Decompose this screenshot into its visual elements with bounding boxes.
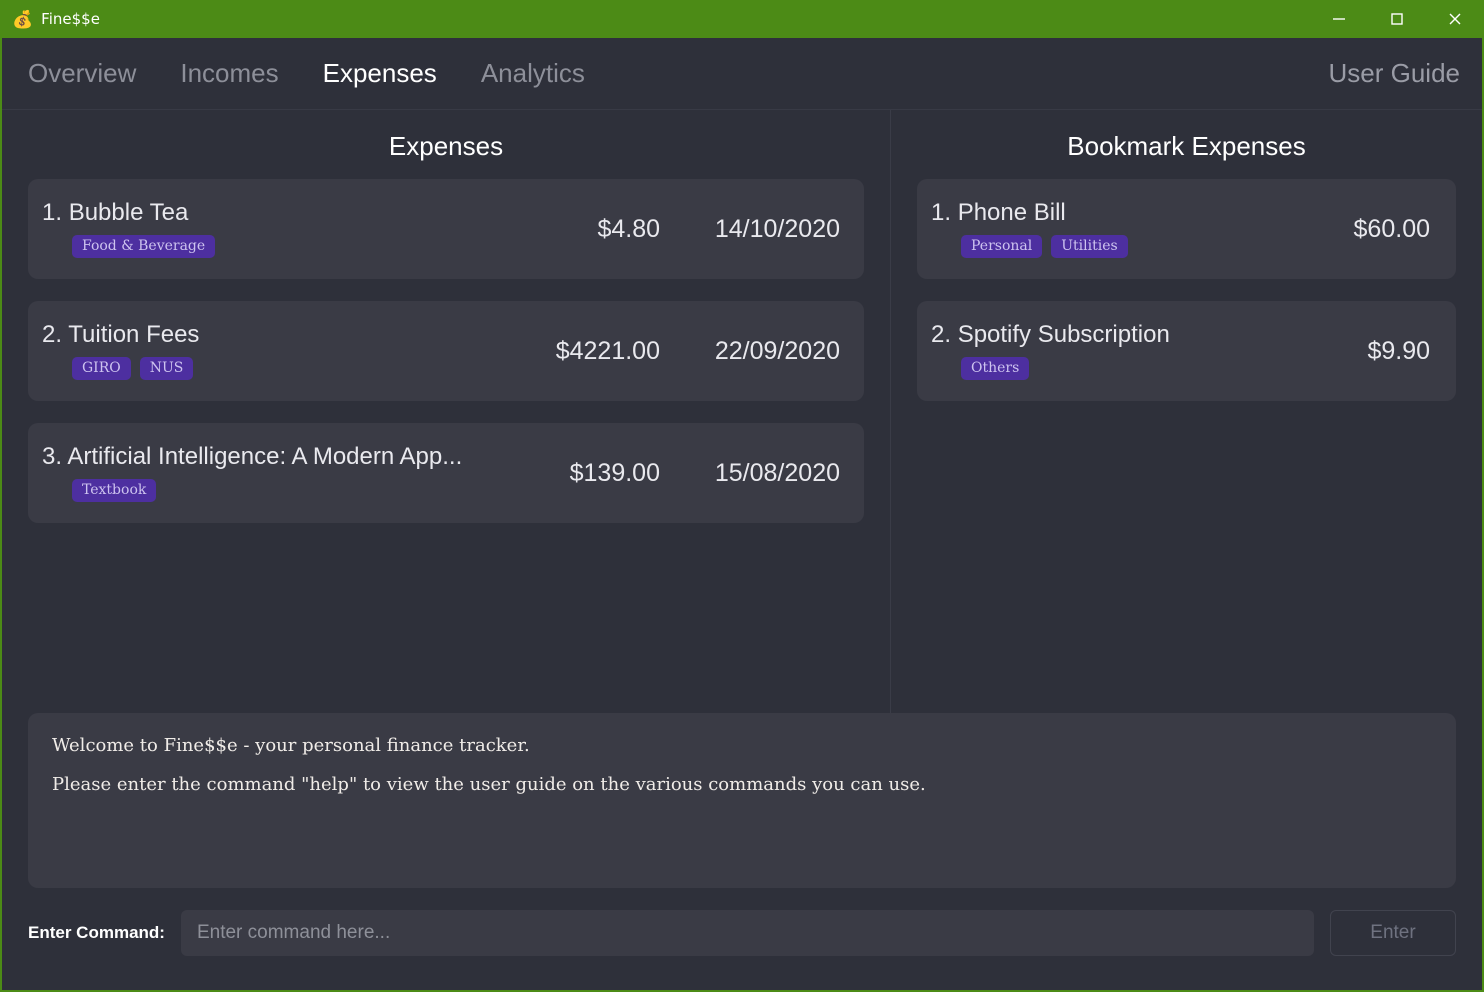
- expense-card-main: 3. Artificial Intelligence: A Modern App…: [42, 444, 510, 502]
- title-bar: 💰 Fine$$e: [0, 0, 1484, 38]
- result-line: Welcome to Fine$$e - your personal finan…: [52, 735, 530, 756]
- command-label: Enter Command:: [28, 923, 165, 942]
- nav-right-group: User Guide: [1329, 58, 1461, 89]
- bookmark-card[interactable]: 2. Spotify Subscription Others $9.90: [917, 301, 1456, 401]
- bookmark-tags: Personal Utilities: [931, 234, 1354, 258]
- tag[interactable]: Others: [961, 356, 1030, 380]
- expenses-panel: Expenses 1. Bubble Tea Food & Beverage $…: [2, 110, 890, 713]
- expense-card[interactable]: 2. Tuition Fees GIRO NUS $4221.00 22/09/…: [28, 301, 864, 401]
- nav-bar: Overview Incomes Expenses Analytics User…: [2, 38, 1482, 110]
- bookmark-title: 2. Spotify Subscription: [931, 322, 1367, 348]
- expense-index: 2.: [42, 322, 63, 349]
- bookmark-name: Phone Bill: [957, 200, 1066, 227]
- bookmark-card-main: 1. Phone Bill Personal Utilities: [931, 200, 1354, 258]
- expense-amount: $4.80: [597, 214, 660, 243]
- tag[interactable]: Food & Beverage: [72, 234, 216, 258]
- maximize-icon[interactable]: [1368, 0, 1426, 38]
- expense-card-main: 2. Tuition Fees GIRO NUS: [42, 322, 510, 380]
- minimize-icon[interactable]: [1310, 0, 1368, 38]
- expense-tags: Food & Beverage: [42, 234, 510, 258]
- expense-amount: $139.00: [569, 458, 660, 487]
- app-window: 💰 Fine$$e Overview Incomes Expenses Anal…: [0, 0, 1484, 992]
- expense-index: 3.: [42, 444, 63, 471]
- tag[interactable]: NUS: [139, 356, 194, 380]
- tab-overview[interactable]: Overview: [28, 58, 136, 89]
- expense-date: 22/09/2020: [714, 336, 840, 365]
- bookmark-amount: $9.90: [1367, 336, 1430, 365]
- tab-analytics[interactable]: Analytics: [481, 58, 585, 89]
- enter-button[interactable]: Enter: [1330, 910, 1456, 956]
- window-controls: [1310, 0, 1484, 38]
- expense-name: Bubble Tea: [68, 200, 189, 227]
- bookmark-card[interactable]: 1. Phone Bill Personal Utilities $60.00: [917, 179, 1456, 279]
- expense-amount: $4221.00: [555, 336, 660, 365]
- expense-card-main: 1. Bubble Tea Food & Beverage: [42, 200, 510, 258]
- expense-tags: GIRO NUS: [42, 356, 510, 380]
- expense-name: Tuition Fees: [68, 322, 200, 349]
- expenses-heading: Expenses: [388, 131, 504, 161]
- bookmark-tags: Others: [931, 356, 1367, 380]
- tab-incomes[interactable]: Incomes: [180, 58, 278, 89]
- expense-date: 14/10/2020: [714, 214, 840, 243]
- bookmark-name: Spotify Subscription: [957, 322, 1170, 349]
- tag[interactable]: Textbook: [72, 478, 157, 502]
- expense-title: 3. Artificial Intelligence: A Modern App…: [42, 444, 510, 470]
- bookmark-amount: $60.00: [1353, 214, 1430, 243]
- expense-title: 2. Tuition Fees: [42, 322, 510, 348]
- tag[interactable]: Personal: [961, 234, 1043, 258]
- tab-expenses[interactable]: Expenses: [323, 58, 437, 89]
- command-bar: Enter Command: Enter: [2, 888, 1482, 956]
- window-title: Fine$$e: [41, 10, 100, 28]
- bookmark-heading: Bookmark Expenses: [1067, 131, 1306, 161]
- expenses-list: 1. Bubble Tea Food & Beverage $4.80 14/1…: [2, 179, 890, 523]
- content-columns: Expenses 1. Bubble Tea Food & Beverage $…: [2, 110, 1482, 713]
- result-line: Please enter the command "help" to view …: [52, 774, 926, 795]
- expense-card[interactable]: 1. Bubble Tea Food & Beverage $4.80 14/1…: [28, 179, 864, 279]
- bookmark-title: 1. Phone Bill: [931, 200, 1354, 226]
- money-bag-icon: 💰: [12, 9, 34, 29]
- expense-date: 15/08/2020: [714, 458, 840, 487]
- user-guide-link[interactable]: User Guide: [1329, 58, 1461, 89]
- tag[interactable]: Utilities: [1051, 234, 1128, 258]
- bookmark-list: 1. Phone Bill Personal Utilities $60.00 …: [891, 179, 1482, 401]
- expense-card[interactable]: 3. Artificial Intelligence: A Modern App…: [28, 423, 864, 523]
- command-input[interactable]: [180, 910, 1314, 956]
- bookmark-card-main: 2. Spotify Subscription Others: [931, 322, 1367, 380]
- bookmark-index: 2.: [931, 322, 952, 349]
- bookmark-panel: Bookmark Expenses 1. Phone Bill Personal…: [890, 110, 1482, 713]
- result-display-box: Welcome to Fine$$e - your personal finan…: [28, 713, 1456, 888]
- expense-name: Artificial Intelligence: A Modern App...: [67, 444, 463, 471]
- bookmark-index: 1.: [931, 200, 952, 227]
- expense-title: 1. Bubble Tea: [42, 200, 510, 226]
- expense-tags: Textbook: [42, 478, 510, 502]
- expense-index: 1.: [42, 200, 63, 227]
- tag[interactable]: GIRO: [72, 356, 131, 380]
- close-icon[interactable]: [1426, 0, 1484, 38]
